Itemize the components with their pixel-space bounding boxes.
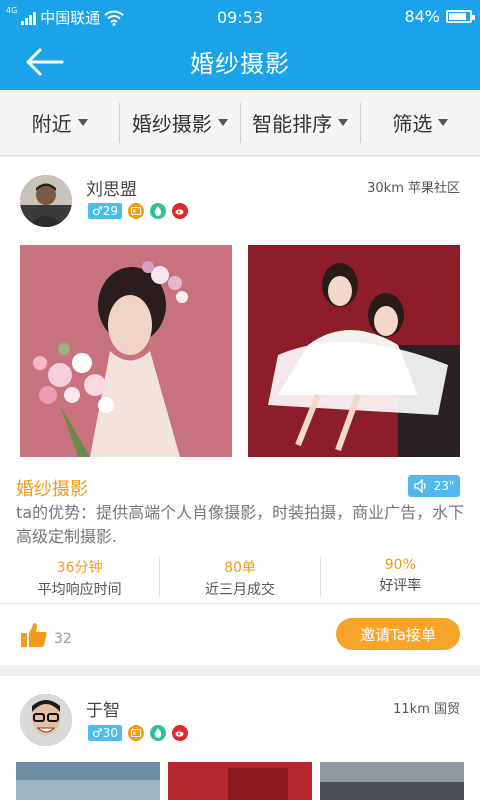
photographer-card[interactable]: 于智 11km 国贸 ♂30 [0,676,480,800]
photographer-name: 刘思盟 [86,180,137,200]
portfolio-photo[interactable] [168,762,312,800]
battery-icon [446,10,475,23]
weibo-icon [172,725,189,741]
portfolio-photo[interactable] [320,762,464,800]
distance-location: 30km 苹果社区 [367,181,460,196]
filter-category[interactable]: 婚纱摄影 [119,102,239,143]
back-button[interactable] [22,42,66,82]
portfolio-photo[interactable] [16,762,160,800]
stat-label: 平均响应时间 [37,582,122,598]
voice-intro-button[interactable]: 23" [408,475,460,497]
distance-location: 11km 国贸 [393,702,460,717]
battery-percent: 84% [404,7,440,26]
status-bar: 4G 中国联通 09:53 84% [0,0,480,34]
speaker-icon [413,479,426,493]
filter-label: 婚纱摄影 [131,112,212,136]
divider [0,603,480,604]
page-title: 婚纱摄影 [190,50,290,78]
photographer-name: 于智 [86,701,120,721]
like-count: 32 [54,631,72,647]
invite-button[interactable]: 邀请Ta接单 [336,618,460,650]
stat-rating: 90% 好评率 [319,557,480,597]
filter-label: 筛选 [392,112,433,136]
caret-down-icon [77,119,88,126]
badges: ♂29 [88,203,189,219]
filter-screen[interactable]: 筛选 [359,102,480,143]
stat-value: 90% [384,557,416,573]
filter-sort[interactable]: 智能排序 [239,102,360,143]
stat-value: 36分钟 [56,560,103,576]
like-button[interactable] [20,621,48,649]
filter-label: 智能排序 [252,112,333,136]
id-card-icon [128,725,145,741]
like-icon [21,623,47,647]
gender-age-badge: ♂30 [88,725,123,741]
service-category: 婚纱摄影 [16,479,88,500]
filter-bar: 附近 婚纱摄影 智能排序 筛选 [0,90,480,156]
weibo-icon [172,203,189,219]
advantage-description: ta的优势：提供高端个人肖像摄影，时装拍摄，商业广告，水下高级定制摄影. [16,503,465,546]
avatar[interactable] [20,175,72,227]
id-card-icon [128,203,145,219]
stat-value: 80单 [224,560,256,576]
filter-nearby[interactable]: 附近 [0,103,119,143]
gender-age-badge: ♂29 [88,203,123,219]
nav-bar: 婚纱摄影 [0,34,480,90]
water-drop-icon [150,725,167,741]
stat-deals: 80单 近三月成交 [159,557,319,598]
caret-down-icon [438,119,449,126]
water-drop-icon [150,203,167,219]
stat-label: 好评率 [379,578,422,594]
caret-down-icon [338,119,349,126]
portfolio-photo[interactable] [248,245,460,457]
voice-duration: 23" [433,479,455,493]
stat-response-time: 36分钟 平均响应时间 [0,557,159,598]
filter-label: 附近 [31,112,72,136]
caret-down-icon [217,119,228,126]
photographer-card[interactable]: 刘思盟 30km 苹果社区 ♂29 婚纱摄影 23" ta的优势：提供高端个人肖… [0,157,480,665]
portfolio-photo[interactable] [20,245,232,457]
badges: ♂30 [88,725,189,741]
stat-label: 近三月成交 [204,582,275,598]
back-arrow-icon [26,48,64,76]
avatar[interactable] [20,694,72,746]
stats-row: 36分钟 平均响应时间 80单 近三月成交 90% 好评率 [0,557,480,598]
